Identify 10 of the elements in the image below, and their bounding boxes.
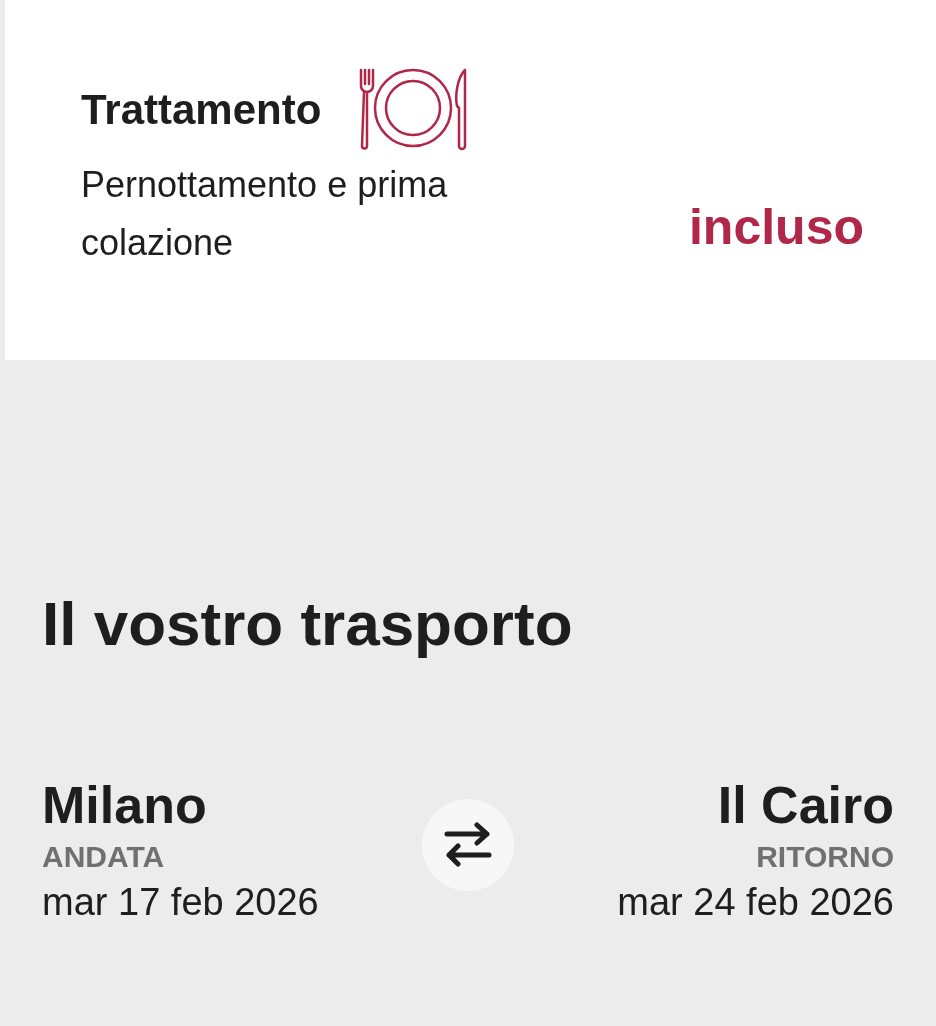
board-title: Trattamento bbox=[81, 84, 322, 135]
leg-label: RITORNO bbox=[756, 838, 894, 875]
leg-label: ANDATA bbox=[42, 838, 165, 875]
board-price: incluso bbox=[688, 198, 864, 257]
board-description: Pernottamento e prima colazione bbox=[81, 163, 449, 265]
city-name: Milano bbox=[42, 774, 207, 836]
leg-date: mar 24 feb 2026 bbox=[617, 880, 894, 925]
leg-date: mar 17 feb 2026 bbox=[42, 880, 319, 925]
section-heading: Il vostro trasporto bbox=[42, 588, 574, 660]
city-name: Il Cairo bbox=[717, 774, 894, 836]
